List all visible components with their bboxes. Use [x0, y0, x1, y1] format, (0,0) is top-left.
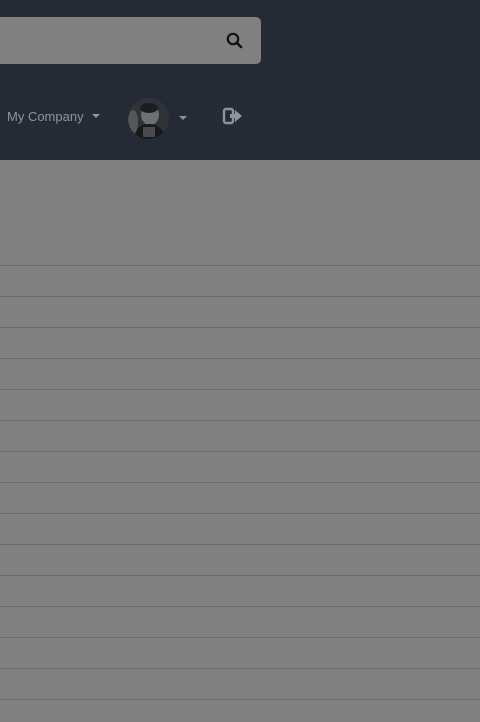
table-row[interactable] [0, 296, 480, 327]
table-row[interactable] [0, 327, 480, 358]
company-dropdown[interactable]: My Company [7, 105, 100, 127]
search-box [0, 17, 261, 64]
user-dropdown[interactable] [128, 97, 187, 139]
table-row[interactable] [0, 606, 480, 637]
table-row[interactable] [0, 575, 480, 606]
table-row[interactable] [0, 668, 480, 699]
caret-down-icon [179, 116, 187, 120]
top-navbar: My Company [0, 0, 480, 160]
table-row[interactable] [0, 389, 480, 420]
search-input[interactable] [0, 17, 198, 64]
table-row[interactable] [0, 420, 480, 451]
table-row[interactable] [0, 265, 480, 296]
table-row[interactable] [0, 699, 480, 722]
table-row[interactable] [0, 482, 480, 513]
avatar [128, 97, 169, 139]
sign-out-icon[interactable] [222, 106, 244, 126]
search-icon[interactable] [224, 30, 246, 52]
table-row[interactable] [0, 637, 480, 668]
table-row[interactable] [0, 544, 480, 575]
caret-down-icon [91, 114, 100, 118]
company-label: My Company [7, 108, 84, 124]
table-row[interactable] [0, 451, 480, 482]
content-area [0, 160, 480, 722]
table-row[interactable] [0, 513, 480, 544]
table-row[interactable] [0, 358, 480, 389]
page: My Company [0, 0, 480, 722]
